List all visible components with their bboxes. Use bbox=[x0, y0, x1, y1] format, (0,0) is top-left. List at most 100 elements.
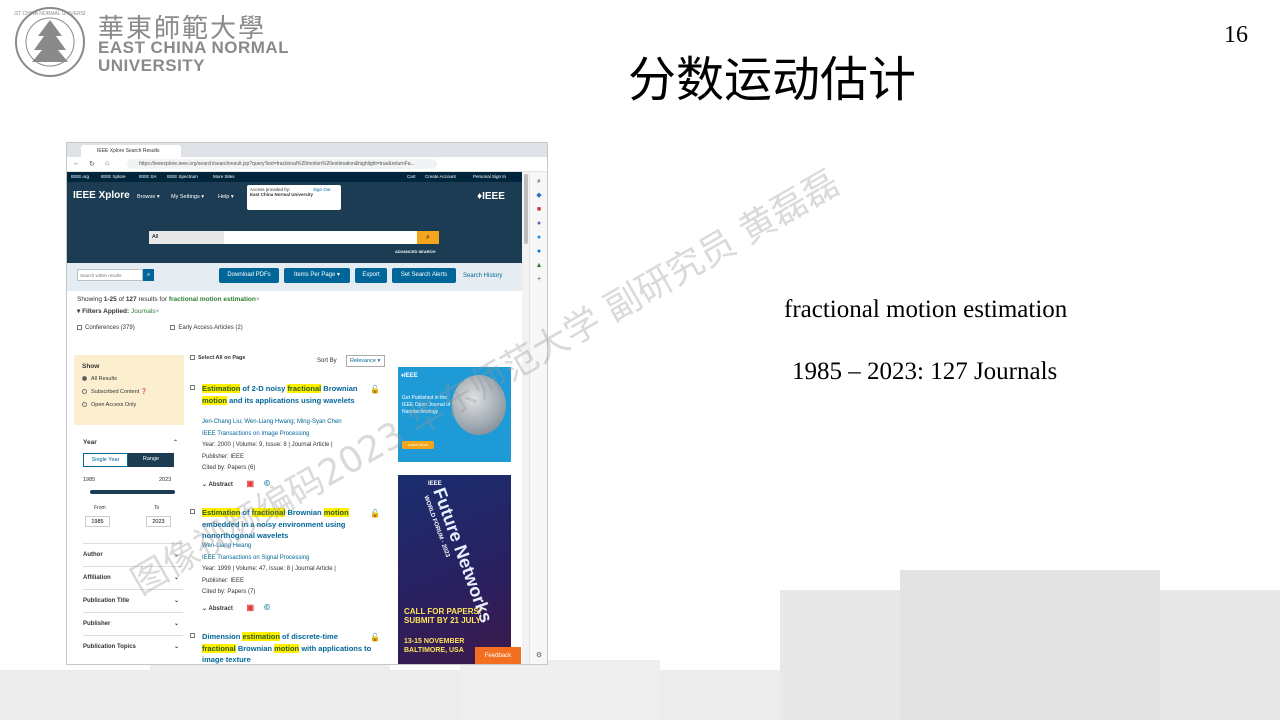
home-icon[interactable]: ⌂ bbox=[105, 160, 109, 167]
open-lock-icon: 🔓 bbox=[370, 385, 380, 394]
show-open-access[interactable]: Open Access Only bbox=[82, 402, 176, 408]
radio-icon[interactable] bbox=[82, 376, 87, 382]
pdf-icon[interactable]: ▣ bbox=[247, 603, 255, 612]
facet-publication-topics[interactable]: Publication Topics ⌄ bbox=[83, 635, 183, 658]
result-cited[interactable]: Cited by: Papers (7) bbox=[202, 587, 387, 599]
search-icon[interactable]: ⌕ bbox=[417, 231, 439, 244]
link-create-account[interactable]: Create Account bbox=[425, 174, 456, 179]
early-access-label: Early Access Articles (2) bbox=[178, 325, 243, 332]
back-icon[interactable]: ← bbox=[73, 160, 80, 167]
highlighted-term: motion bbox=[202, 395, 227, 405]
office-icon[interactable]: ● bbox=[535, 234, 543, 242]
items-per-page-button[interactable]: Items Per Page ▾ bbox=[284, 268, 350, 283]
copyright-icon[interactable]: © bbox=[264, 603, 270, 612]
briefcase-icon[interactable]: ■ bbox=[535, 206, 543, 214]
gear-icon[interactable]: ⚙ bbox=[535, 652, 543, 660]
svg-text:EAST CHINA NORMAL UNIVERSITY: EAST CHINA NORMAL UNIVERSITY bbox=[14, 11, 86, 17]
chevron-down-icon: ⌄ bbox=[173, 621, 179, 627]
chevron-down-icon: ⌄ bbox=[173, 598, 179, 604]
select-all[interactable]: Select All on Page bbox=[190, 355, 245, 361]
showing-total: 127 bbox=[125, 296, 137, 303]
single-year-tab[interactable]: Single Year bbox=[83, 453, 128, 467]
result-checkbox[interactable] bbox=[190, 509, 195, 514]
from-year-input[interactable]: 1985 bbox=[85, 516, 110, 527]
link-ieee-xplore[interactable]: IEEE Xplore bbox=[101, 174, 126, 179]
set-search-alerts-button[interactable]: Set Search Alerts bbox=[392, 268, 456, 283]
url-field[interactable]: https://ieeexplore.ieee.org/search/searc… bbox=[127, 159, 437, 169]
reload-icon[interactable]: ↻ bbox=[89, 160, 95, 168]
menu-browse[interactable]: Browse ▾ bbox=[137, 194, 160, 200]
outlook-icon[interactable]: ● bbox=[535, 248, 543, 256]
search-history-link[interactable]: Search History bbox=[463, 273, 502, 279]
feedback-button[interactable]: Feedback bbox=[475, 647, 521, 664]
ieee-top-links: IEEE.org IEEE Xplore IEEE SA IEEE Spectr… bbox=[67, 172, 522, 182]
tree-icon[interactable]: ▲ bbox=[535, 262, 543, 270]
menu-my-settings[interactable]: My Settings ▾ bbox=[171, 194, 204, 200]
range-tab[interactable]: Range bbox=[128, 453, 174, 467]
advanced-search-link[interactable]: ADVANCED SEARCH bbox=[395, 249, 435, 254]
access-org: East China Normal University bbox=[250, 192, 314, 197]
from-label: From bbox=[94, 505, 106, 511]
menu-help[interactable]: Help ▾ bbox=[218, 194, 234, 200]
search-within-icon[interactable]: ⌕ bbox=[143, 269, 154, 281]
facet-publication-title[interactable]: Publication Title ⌄ bbox=[83, 589, 183, 612]
address-bar-row: ← ↻ ⌂ https://ieeexplore.ieee.org/search… bbox=[67, 157, 547, 172]
facet-publisher[interactable]: Publisher ⌄ bbox=[83, 612, 183, 635]
scroll-thumb[interactable] bbox=[524, 174, 528, 244]
conferences-checkbox[interactable] bbox=[77, 325, 82, 330]
filter-journals[interactable]: Journals bbox=[131, 308, 156, 315]
showing-of: of bbox=[116, 296, 126, 303]
result-title[interactable]: Estimation of 2-D noisy fractional Brown… bbox=[202, 383, 372, 406]
people-icon[interactable]: ● bbox=[535, 220, 543, 228]
ad2-cfp: CALL FOR PAPERS! SUBMIT BY 21 JULY bbox=[404, 607, 481, 625]
link-cart[interactable]: Cart bbox=[407, 174, 416, 179]
result-checkbox[interactable] bbox=[190, 633, 195, 638]
select-all-checkbox[interactable] bbox=[190, 355, 195, 361]
search-within-input[interactable]: Search within results bbox=[77, 269, 143, 281]
show-subscribed[interactable]: Subscribed Content ❓ bbox=[82, 389, 176, 395]
ad-future-networks[interactable]: IEEE Future Networks WORLD FORUM · 2023 … bbox=[398, 475, 511, 664]
abstract-toggle[interactable]: Abstract bbox=[208, 606, 232, 612]
show-all-results[interactable]: All Results bbox=[82, 376, 176, 382]
ieee-xplore-logo[interactable]: IEEE Xplore bbox=[73, 190, 130, 201]
tab-ieee-search[interactable]: IEEE Xplore Search Results bbox=[81, 145, 181, 157]
range-caption: 1985 – 2023: 127 Journals bbox=[792, 358, 1058, 385]
link-ieee-spectrum[interactable]: IEEE Spectrum bbox=[167, 174, 198, 179]
result-checkbox[interactable] bbox=[190, 385, 195, 390]
link-sign-in[interactable]: Personal Sign In bbox=[473, 174, 506, 179]
conferences-label: Conferences (379) bbox=[85, 325, 135, 332]
radio-icon[interactable] bbox=[82, 402, 87, 408]
highlighted-term: Estimation bbox=[202, 384, 241, 393]
title-text: and its applications using wavelets bbox=[227, 395, 355, 405]
to-year-input[interactable]: 2023 bbox=[146, 516, 171, 527]
tag-icon[interactable]: ◆ bbox=[535, 192, 543, 200]
result-year-volume: Year: 1999 | Volume: 47, Issue: 8 | Jour… bbox=[202, 566, 336, 572]
remove-filter-icon[interactable]: × bbox=[156, 308, 160, 315]
remove-query-icon[interactable]: × bbox=[256, 296, 260, 303]
export-button[interactable]: Export bbox=[355, 268, 387, 283]
link-ieee-org[interactable]: IEEE.org bbox=[71, 174, 89, 179]
year-range-slider[interactable] bbox=[90, 490, 175, 494]
result-actions: ⌄ Abstract ▣ © bbox=[202, 603, 270, 612]
sort-select[interactable]: Relevance ▾ bbox=[346, 355, 385, 367]
sign-out-link[interactable]: Sign Out bbox=[313, 187, 331, 192]
download-pdfs-button[interactable]: Download PDFs bbox=[219, 268, 279, 283]
chevron-down-icon[interactable]: ⌄ bbox=[202, 606, 207, 612]
add-icon[interactable]: + bbox=[535, 276, 543, 284]
early-access-checkbox[interactable] bbox=[170, 325, 176, 330]
abstract-toggle[interactable]: Abstract bbox=[208, 482, 232, 488]
search-scope-select[interactable]: All bbox=[149, 231, 224, 244]
search-icon[interactable]: ⌕ bbox=[535, 178, 543, 186]
radio-icon[interactable] bbox=[82, 389, 87, 395]
help-icon[interactable]: ❓ bbox=[141, 389, 148, 395]
highlighted-term: estimation bbox=[242, 632, 280, 641]
link-more-sites[interactable]: More Sites bbox=[213, 174, 235, 179]
highlighted-term: fractional bbox=[202, 643, 236, 653]
results-toolbar: Search within results ⌕ Download PDFs It… bbox=[67, 263, 522, 291]
result-title[interactable]: Dimension estimation of discrete-time fr… bbox=[202, 631, 372, 664]
facet-label: Publisher bbox=[83, 621, 111, 627]
main-search-bar[interactable]: All ⌕ bbox=[149, 231, 439, 244]
chevron-up-icon[interactable]: ⌃ bbox=[173, 439, 178, 446]
chevron-down-icon[interactable]: ⌄ bbox=[202, 482, 207, 488]
link-ieee-sa[interactable]: IEEE SA bbox=[139, 174, 157, 179]
